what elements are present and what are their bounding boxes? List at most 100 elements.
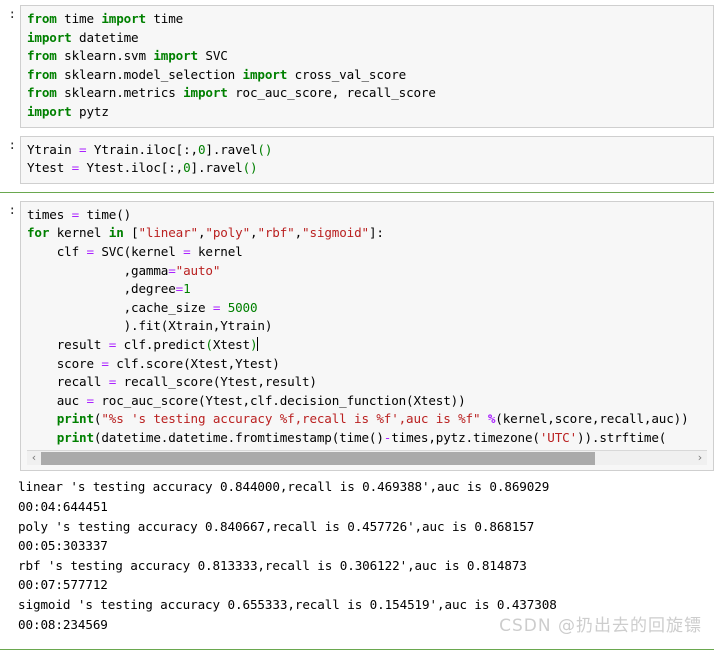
- code-token: =: [86, 392, 94, 408]
- code-token: import: [27, 103, 80, 119]
- code-token: clf.predict: [116, 336, 206, 352]
- code-token: =: [71, 206, 80, 222]
- code-line: from sklearn.svm import SVC: [27, 47, 707, 66]
- code-token: SVC(kernel: [93, 243, 184, 259]
- code-token: times: [27, 206, 72, 222]
- output-line: 00:07:577712: [18, 577, 108, 593]
- code-token: "%s 's testing accuracy %f,recall is %f'…: [101, 411, 481, 427]
- code-line: Ytest = Ytest.iloc[:,0].ravel(): [27, 159, 707, 178]
- code-token: ]:: [368, 225, 384, 241]
- cell-editor-1[interactable]: from time import time import datetime from…: [20, 5, 714, 128]
- code-token: datetime: [79, 29, 139, 45]
- code-token: "linear": [138, 225, 199, 241]
- code-token: (: [205, 336, 213, 352]
- code-line: ,degree=1: [27, 280, 707, 299]
- code-cell-ravel[interactable]: : Ytrain = Ytrain.iloc[:,0].ravel() Ytest…: [0, 135, 714, 184]
- code-content-3[interactable]: times = time() for kernel in ["linear","p…: [27, 206, 707, 448]
- cell-gap-1: [0, 128, 714, 136]
- code-token: print: [56, 411, 94, 427]
- code-token: (kernel,score,recall,auc)): [495, 411, 689, 427]
- code-cell-imports[interactable]: : from time import time import datetime fr…: [0, 5, 714, 128]
- horizontal-scrollbar[interactable]: ‹ ›: [27, 450, 707, 466]
- code-token: =: [101, 355, 109, 371]
- code-line: for kernel in ["linear","poly","rbf","si…: [27, 224, 707, 243]
- code-token: in: [108, 225, 132, 241]
- code-content-2[interactable]: Ytrain = Ytrain.iloc[:,0].ravel() Ytest =…: [27, 141, 707, 178]
- code-line: ).fit(Xtrain,Ytrain): [27, 317, 707, 336]
- code-token: auc: [27, 392, 87, 408]
- code-token: print: [56, 429, 94, 445]
- cell-prompt-marker-1: :: [8, 6, 16, 21]
- cell-output-area: linear 's testing accuracy 0.844000,reca…: [0, 471, 714, 634]
- code-line: from sklearn.model_selection import cros…: [27, 66, 707, 85]
- code-token: 5000: [227, 299, 258, 315]
- code-line: recall = recall_score(Ytest,result): [27, 373, 707, 392]
- code-token: from: [27, 48, 65, 64]
- code-token: for: [27, 225, 57, 241]
- code-token: =: [175, 281, 184, 297]
- scrollbar-track[interactable]: [41, 451, 693, 465]
- csdn-watermark: CSDN @扔出去的回旋镖: [499, 616, 702, 636]
- code-token: import: [27, 29, 80, 45]
- scrollbar-thumb[interactable]: [41, 451, 596, 465]
- code-token: kernel: [56, 225, 109, 241]
- code-token: recall_score(Ytest,result): [116, 374, 317, 390]
- cell-editor-3[interactable]: times = time() for kernel in ["linear","p…: [20, 200, 714, 472]
- code-token: time: [153, 11, 184, 26]
- code-token: (): [242, 160, 258, 176]
- code-token: ].ravel: [205, 141, 258, 157]
- code-token: score: [27, 355, 102, 371]
- code-token: =: [86, 243, 94, 259]
- code-token: import: [153, 48, 206, 64]
- cell-prompt-marker-3: :: [8, 201, 16, 217]
- output-line: 00:05:303337: [18, 538, 108, 554]
- code-token: 1: [183, 281, 191, 297]
- code-token: time: [64, 11, 102, 26]
- code-token: sklearn.model_selection: [64, 66, 243, 82]
- code-line: print("%s 's testing accuracy %f,recall …: [27, 410, 707, 429]
- code-line: import pytz: [27, 103, 707, 122]
- output-line: poly 's testing accuracy 0.840667,recall…: [18, 518, 535, 534]
- jupyter-notebook: : from time import time import datetime fr…: [0, 0, 714, 650]
- scroll-left-arrow-icon[interactable]: ‹: [27, 451, 41, 465]
- code-token: pytz: [79, 103, 109, 119]
- code-token: clf.score(Xtest,Ytest): [108, 355, 280, 371]
- output-line: 00:04:644451: [18, 499, 108, 515]
- code-token: (): [257, 141, 273, 157]
- code-token: 'UTC': [539, 429, 578, 445]
- code-line: from time import time: [27, 10, 707, 29]
- code-token: roc_auc_score(Ytest,clf.decision_functio…: [93, 392, 466, 408]
- cell-editor-2[interactable]: Ytrain = Ytrain.iloc[:,0].ravel() Ytest =…: [20, 135, 714, 184]
- code-token: Ytrain: [27, 141, 80, 157]
- code-line: ,cache_size = 5000: [27, 299, 707, 318]
- code-token: kernel: [190, 243, 243, 259]
- code-token: from: [27, 11, 65, 26]
- code-token: ,gamma: [27, 262, 169, 278]
- code-line: auc = roc_auc_score(Ytest,clf.decision_f…: [27, 392, 707, 411]
- code-token: 0: [183, 160, 191, 176]
- code-token: import: [183, 85, 236, 101]
- code-token: "sigmoid": [302, 225, 369, 241]
- code-token: sklearn.svm: [64, 48, 154, 64]
- scroll-right-arrow-icon[interactable]: ›: [693, 451, 707, 465]
- code-token: Xtest: [212, 336, 250, 352]
- code-token: time(): [79, 206, 132, 222]
- code-token: )).strftime(: [577, 429, 667, 445]
- code-token: Ytrain.iloc[:,: [86, 141, 198, 157]
- code-token: =: [183, 243, 191, 259]
- code-token: "rbf": [257, 225, 295, 241]
- code-token: ,cache_size: [27, 299, 213, 315]
- code-token: ): [250, 336, 258, 352]
- code-line: import datetime: [27, 29, 707, 48]
- code-line: score = clf.score(Xtest,Ytest): [27, 355, 707, 374]
- code-cell-svm-loop[interactable]: : times = time() for kernel in ["linear",…: [0, 200, 714, 472]
- text-cursor: [257, 336, 259, 351]
- code-token: import: [101, 11, 154, 26]
- code-token: ,degree: [27, 281, 176, 297]
- code-token: =: [71, 160, 80, 176]
- code-content-1[interactable]: from time import time import datetime from…: [27, 10, 707, 122]
- code-token: clf: [27, 243, 87, 259]
